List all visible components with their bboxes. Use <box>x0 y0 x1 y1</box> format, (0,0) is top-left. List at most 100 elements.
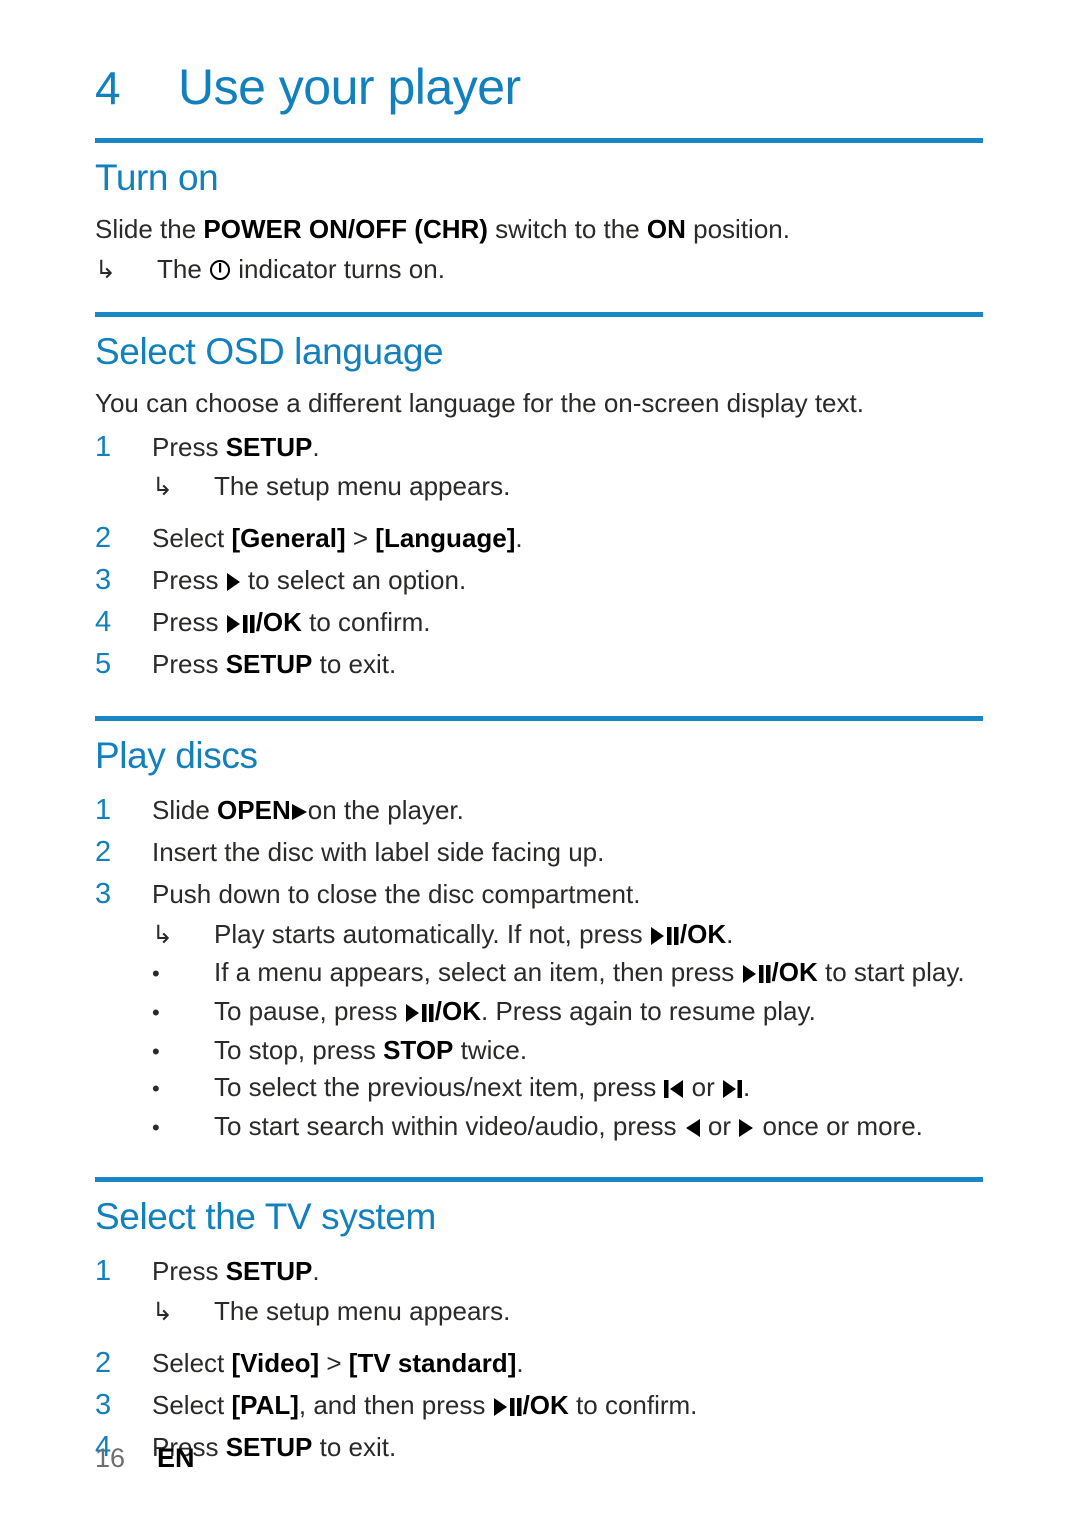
osd-step-5-number: 5 <box>95 648 112 681</box>
forward-triangle-icon <box>738 1109 755 1147</box>
tv-step-2-pre: Select <box>152 1348 232 1379</box>
page-content: 4 Use your player Turn on Slide the POWE… <box>95 62 983 1468</box>
osd-step-1-number: 1 <box>95 430 112 463</box>
footer-page-number: 16 <box>95 1443 126 1473</box>
osd-step-5-pre: Press <box>152 649 226 680</box>
play-result-post: . <box>726 918 734 949</box>
osd-step-2-pre: Select <box>152 523 232 554</box>
ok-button-label: /OK <box>679 918 727 949</box>
power-standby-icon <box>209 252 231 290</box>
play-bullet-3-pre: To stop, press <box>214 1034 384 1065</box>
play-bullet-3-post: twice. <box>453 1034 528 1065</box>
page-footer: 16 EN <box>95 1443 195 1474</box>
osd-step-4: 4 Press /OK to confirm. <box>95 601 983 643</box>
play-step-2: 2 Insert the disc with label side facing… <box>95 831 983 873</box>
osd-step-4-pre: Press <box>152 607 226 638</box>
bullet-dot-icon: • <box>152 999 160 1025</box>
tv-step-1-pre: Press <box>152 1256 226 1287</box>
play-step-3: 3 Push down to close the disc compartmen… <box>95 873 983 915</box>
play-bullet-5-text: To start search within video/audio, pres… <box>214 1108 983 1147</box>
ok-button-label: /OK <box>522 1390 569 1421</box>
play-bullet-1-pre: If a menu appears, select an item, then … <box>214 957 742 988</box>
tv-step-1-result-text: The setup menu appears. <box>214 1295 511 1326</box>
rewind-triangle-icon <box>684 1109 701 1147</box>
osd-step-2-text: Select [General] > [Language]. <box>152 520 983 558</box>
osd-step-4-text: Press /OK to confirm. <box>152 604 983 643</box>
setup-button-label: SETUP <box>225 431 313 462</box>
play-bullet-1-text: If a menu appears, select an item, then … <box>214 954 983 993</box>
osd-language-intro: You can choose a different language for … <box>95 387 864 418</box>
osd-step-2-mid: > <box>345 523 376 554</box>
tv-step-2-mid: > <box>319 1348 349 1379</box>
section-divider-tv-system <box>95 1176 983 1182</box>
play-step-3-result-text: Play starts automatically. If not, press… <box>214 916 983 955</box>
section-heading-osd-language: Select OSD language <box>95 331 444 373</box>
menu-video-label: [Video] <box>231 1348 320 1379</box>
play-step-1-post: on the player. <box>307 795 464 826</box>
osd-step-1-result: ↳ The setup menu appears. <box>95 468 983 506</box>
tv-step-4-text: Press SETUP to exit. <box>152 1429 983 1467</box>
result-arrow-icon: ↳ <box>152 1297 173 1326</box>
play-step-3-result: ↳ Play starts automatically. If not, pre… <box>95 916 983 955</box>
osd-step-4-post: to confirm. <box>301 607 431 638</box>
tv-step-1-number: 1 <box>95 1255 112 1288</box>
manual-page: 4 Use your player Turn on Slide the POWE… <box>0 0 1080 1525</box>
play-step-1-pre: Slide <box>152 795 218 826</box>
turn-on-result: ↳ The indicator turns on. <box>95 251 983 290</box>
osd-step-3-post: to select an option. <box>240 565 467 596</box>
setup-button-label: SETUP <box>225 1432 313 1463</box>
play-bullet-2-post: . Press again to resume play. <box>481 995 816 1026</box>
play-bullet-2: • To pause, press /OK. Press again to re… <box>95 993 983 1032</box>
ok-button-label: /OK <box>771 957 818 988</box>
ok-button-label: /OK <box>434 995 482 1026</box>
osd-step-3: 3 Press to select an option. <box>95 559 983 601</box>
bullet-dot-icon: • <box>152 961 160 987</box>
play-pause-ok-icon <box>405 994 435 1032</box>
turn-on-result-text: The indicator turns on. <box>157 251 983 290</box>
turn-on-mid: switch to the <box>487 213 647 244</box>
osd-step-3-number: 3 <box>95 564 112 597</box>
osd-step-2: 2 Select [General] > [Language]. <box>95 517 983 559</box>
tv-step-2-text: Select [Video] > [TV standard]. <box>152 1345 983 1383</box>
osd-step-5-post: to exit. <box>312 649 397 680</box>
turn-on-suffix: position. <box>685 213 790 244</box>
result-post: indicator turns on. <box>231 254 445 285</box>
play-bullet-2-pre: To pause, press <box>214 995 405 1026</box>
section-heading-turn-on: Turn on <box>95 157 219 198</box>
play-bullet-3-text: To stop, press STOP twice. <box>214 1032 983 1070</box>
section-heading-tv-system: Select the TV system <box>95 1195 436 1237</box>
tv-step-2: 2 Select [Video] > [TV standard]. <box>95 1342 983 1384</box>
open-triangle-icon <box>291 793 308 831</box>
play-bullet-4-pre: To select the previous/next item, press <box>214 1072 664 1103</box>
osd-step-1-pre: Press <box>152 431 226 462</box>
tv-step-3-number: 3 <box>95 1389 112 1422</box>
play-pause-ok-icon <box>493 1388 523 1426</box>
play-bullet-2-text: To pause, press /OK. Press again to resu… <box>214 993 983 1032</box>
section-divider-osd <box>95 312 983 318</box>
play-bullet-4-text: To select the previous/next item, press … <box>214 1069 983 1108</box>
section-divider-play-discs <box>95 715 983 721</box>
osd-step-1: 1 Press SETUP. <box>95 426 983 468</box>
section-divider-top <box>95 138 983 143</box>
play-bullet-5-post: once or more. <box>755 1110 923 1141</box>
menu-language-label: [Language] <box>375 523 516 554</box>
osd-step-3-pre: Press <box>152 565 226 596</box>
play-result-pre: Play starts automatically. If not, press <box>214 918 650 949</box>
section-heading-play-discs: Play discs <box>95 734 258 776</box>
play-bullet-5-mid: or <box>700 1110 739 1141</box>
turn-on-instruction: Slide the POWER ON/OFF (CHR) switch to t… <box>95 212 983 248</box>
play-bullet-4: • To select the previous/next item, pres… <box>95 1069 983 1108</box>
bullet-dot-icon: • <box>152 1114 160 1140</box>
chapter-title: Use your player <box>178 59 521 115</box>
osd-step-2-post: . <box>515 523 523 554</box>
ok-button-label: /OK <box>255 607 302 638</box>
footer-language-code: EN <box>157 1443 195 1473</box>
chapter-number: 4 <box>95 62 121 114</box>
menu-pal-label: [PAL] <box>231 1390 299 1421</box>
tv-step-3-mid: , and then press <box>298 1390 493 1421</box>
result-arrow-icon: ↳ <box>152 920 173 949</box>
next-track-icon <box>722 1070 743 1108</box>
play-pause-ok-icon <box>742 955 772 993</box>
osd-step-5-text: Press SETUP to exit. <box>152 646 983 684</box>
osd-step-1-text: Press SETUP. <box>152 429 983 467</box>
